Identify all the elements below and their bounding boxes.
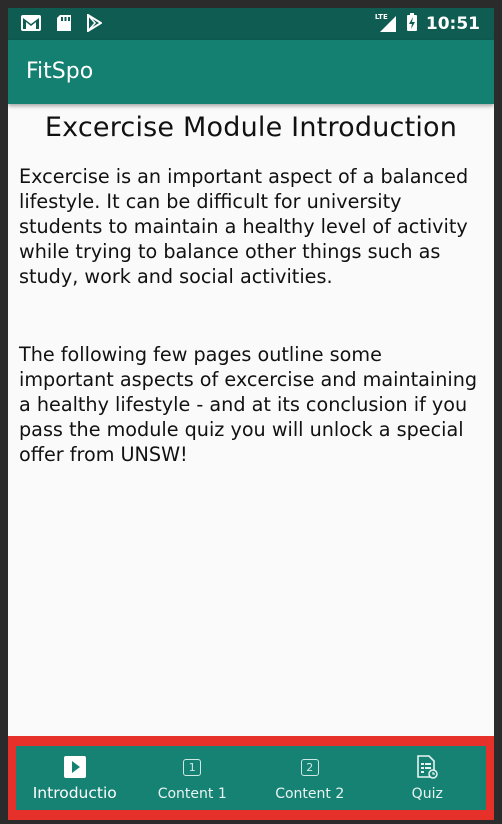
phone-screen: LTE 10:51 FitSpo Excercise Module Introd… [8,8,494,820]
play-icon [63,755,86,779]
number-1-icon: 1 [183,758,202,776]
system-indicators: LTE 10:51 [374,12,480,36]
page-title: Excercise Module Introduction [44,112,458,143]
network-type-label: LTE [374,13,388,21]
nav-label-content-1: Content 1 [157,786,227,802]
nav-label-quiz: Quiz [411,786,443,802]
nav-item-introduction[interactable]: Introductio [16,746,134,810]
nav-item-quiz[interactable]: Quiz [369,746,487,810]
nav-label-introduction: Introductio [32,784,117,802]
nav-item-content-2[interactable]: 2 Content 2 [251,746,369,810]
gmail-icon [20,14,42,36]
notification-icons [20,13,103,36]
number-2-icon: 2 [300,758,319,776]
app-title: FitSpo [26,59,94,84]
bottom-navigation: Introductio 1 Content 1 2 Content 2 Quiz [16,746,486,810]
play-store-icon [86,13,103,36]
quiz-document-icon [416,755,438,779]
module-content: Excercise Module Introduction Excercise … [8,112,494,466]
app-bar: FitSpo [8,40,494,104]
intro-paragraph: Excercise is an important aspect of a ba… [19,165,469,288]
signal-icon: LTE [374,13,398,34]
clock: 10:51 [425,14,480,34]
battery-charging-icon [406,12,418,36]
nav-item-content-1[interactable]: 1 Content 1 [134,746,252,810]
outline-paragraph: The following few pages outline some imp… [19,343,478,466]
nav-label-content-2: Content 2 [275,786,345,802]
sd-card-icon [56,14,72,36]
status-bar: LTE 10:51 [8,8,494,40]
